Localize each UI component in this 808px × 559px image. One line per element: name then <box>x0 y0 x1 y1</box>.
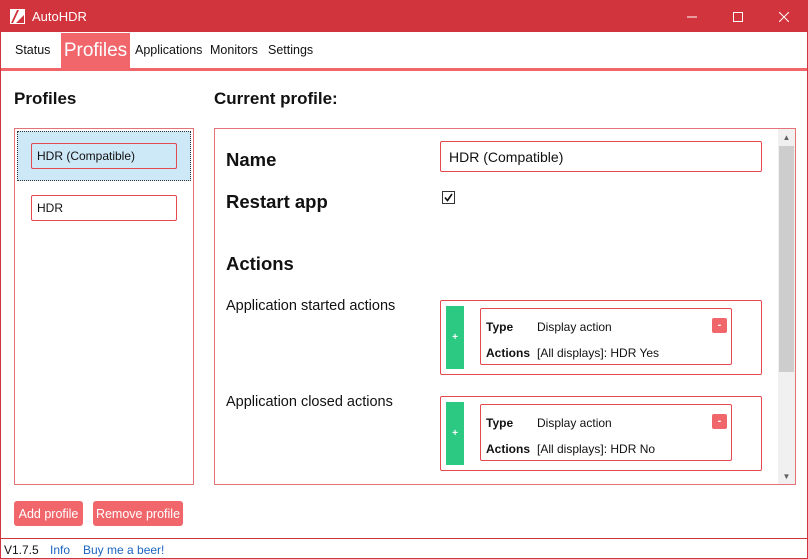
closed-actions-box: + Type Display action Actions [All displ… <box>440 396 762 471</box>
restart-app-label: Restart app <box>226 191 328 212</box>
tab-monitors[interactable]: Monitors <box>210 32 258 68</box>
started-actions-box: + Type Display action Actions [All displ… <box>440 300 762 375</box>
actions-key: Actions <box>486 346 531 360</box>
scroll-up-icon[interactable]: ▲ <box>778 129 795 145</box>
actions-value: [All displays]: HDR Yes <box>537 346 660 360</box>
scroll-down-icon[interactable]: ▼ <box>778 468 795 484</box>
profiles-heading: Profiles <box>14 89 77 108</box>
tab-applications[interactable]: Applications <box>135 32 202 68</box>
maximize-icon <box>733 11 743 22</box>
type-value: Display action <box>537 416 612 430</box>
profile-item-hdr-compatible[interactable]: HDR (Compatible) <box>31 143 177 169</box>
tab-settings[interactable]: Settings <box>268 32 313 68</box>
info-link[interactable]: Info <box>50 543 70 557</box>
minimize-icon <box>687 16 697 17</box>
remove-closed-action-button[interactable]: - <box>712 414 727 429</box>
actions-key: Actions <box>486 442 531 456</box>
actions-heading: Actions <box>226 253 294 274</box>
checkmark-icon <box>444 193 453 202</box>
tab-status[interactable]: Status <box>15 32 50 68</box>
remove-profile-button[interactable]: Remove profile <box>93 501 183 526</box>
remove-started-action-button[interactable]: - <box>712 318 727 333</box>
tab-underline <box>1 68 807 71</box>
donate-link[interactable]: Buy me a beer! <box>83 543 164 557</box>
close-icon <box>779 11 789 22</box>
scroll-thumb[interactable] <box>779 146 794 372</box>
name-label: Name <box>226 149 277 170</box>
started-action-card: Type Display action Actions [All display… <box>480 308 732 365</box>
closed-actions-label: Application closed actions <box>226 394 393 410</box>
add-started-action-button[interactable]: + <box>446 306 464 369</box>
app-logo-icon <box>10 9 25 24</box>
version-label: V1.7.5 <box>4 543 39 557</box>
type-key: Type <box>486 320 514 334</box>
tab-bar: Status Profiles Applications Monitors Se… <box>1 32 807 68</box>
vertical-scrollbar[interactable]: ▲ ▼ <box>778 129 795 484</box>
profiles-list[interactable]: HDR (Compatible) HDR <box>14 128 194 485</box>
add-profile-button[interactable]: Add profile <box>14 501 83 526</box>
tab-profiles[interactable]: Profiles <box>61 33 130 68</box>
add-closed-action-button[interactable]: + <box>446 402 464 465</box>
type-value: Display action <box>537 320 612 334</box>
current-profile-heading: Current profile: <box>214 89 338 108</box>
maximize-button[interactable] <box>715 1 761 32</box>
actions-value: [All displays]: HDR No <box>537 442 656 456</box>
minimize-button[interactable] <box>669 1 715 32</box>
app-window: AutoHDR Status Profiles Applications Mon… <box>0 0 808 559</box>
title-bar[interactable]: AutoHDR <box>1 1 807 32</box>
profile-item-hdr[interactable]: HDR <box>31 195 177 221</box>
closed-action-card: Type Display action Actions [All display… <box>480 404 732 461</box>
window-title: AutoHDR <box>32 9 87 24</box>
started-actions-label: Application started actions <box>226 298 396 314</box>
profile-name-input[interactable]: HDR (Compatible) <box>440 141 762 172</box>
restart-app-checkbox[interactable] <box>442 191 455 204</box>
current-profile-panel: Name HDR (Compatible) Restart app Action… <box>214 128 796 485</box>
close-button[interactable] <box>761 1 807 32</box>
type-key: Type <box>486 416 514 430</box>
status-bar: V1.7.5 Info Buy me a beer! <box>1 538 807 558</box>
